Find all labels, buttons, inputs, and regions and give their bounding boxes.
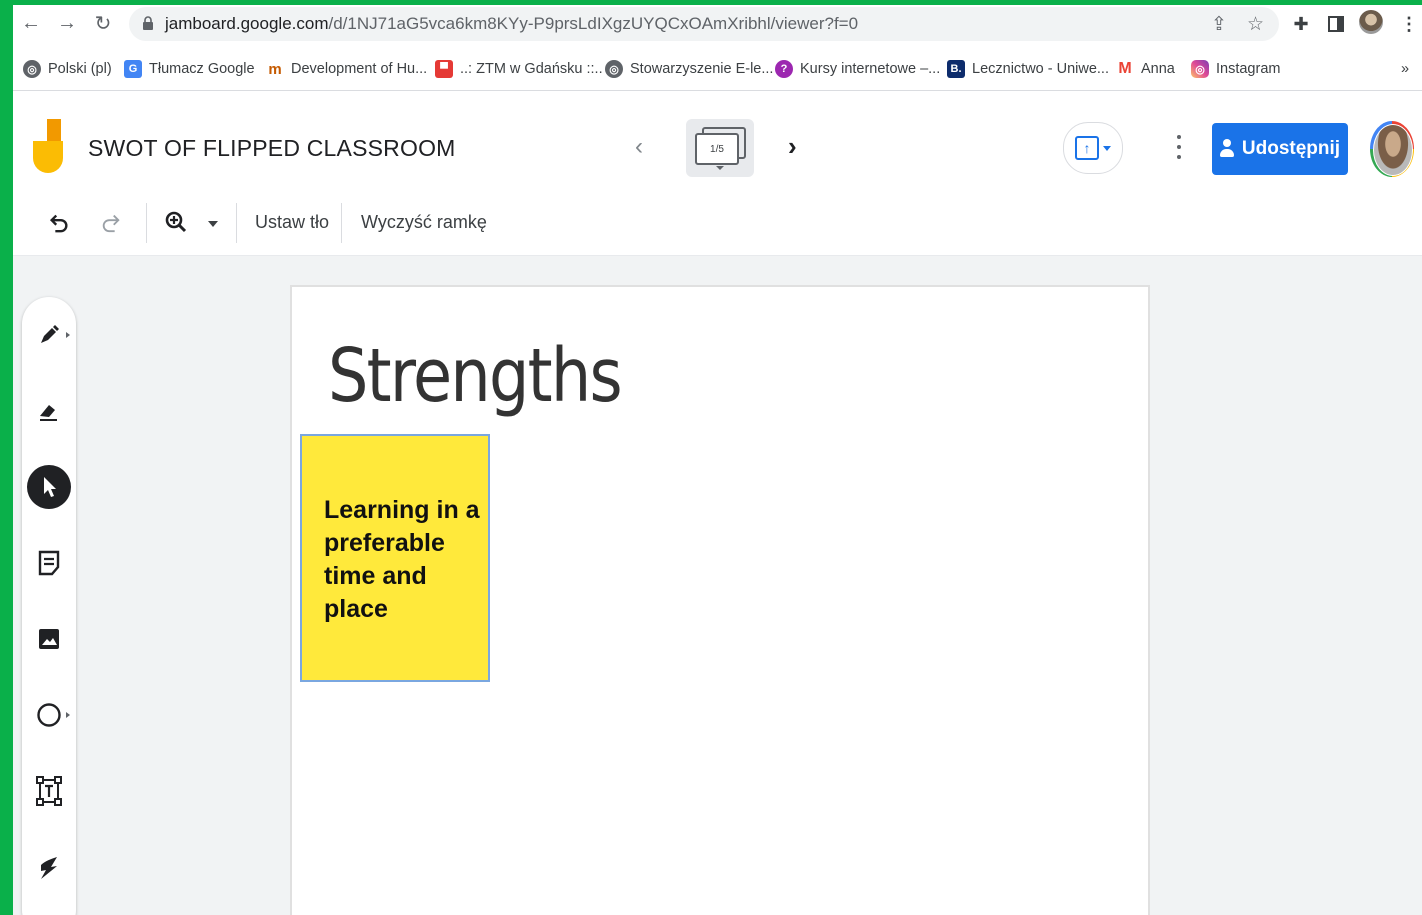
redo-icon[interactable] [96, 207, 126, 237]
chevron-down-icon[interactable] [208, 221, 218, 227]
share-page-icon[interactable]: ⇪ [1211, 13, 1227, 36]
globe-icon: ◎ [605, 60, 623, 78]
toolbar-divider [341, 203, 342, 243]
share-label: Udostępnij [1241, 138, 1341, 159]
circle-icon[interactable] [27, 693, 71, 737]
url-domain: jamboard.google.com [165, 14, 329, 33]
jamboard-logo[interactable] [33, 119, 65, 175]
board-heading[interactable]: Strengths [328, 333, 623, 419]
bookmark-tlumacz[interactable]: G Tłumacz Google [124, 58, 255, 80]
extensions-icon[interactable]: ✚ [1288, 11, 1314, 37]
bookmark-polski[interactable]: ◎ Polski (pl) [23, 58, 112, 80]
app-header: SWOT OF FLIPPED CLASSROOM ‹ 1/5 › ↑ Udos… [13, 101, 1422, 194]
bookmark-label: Development of Hu... [291, 61, 428, 77]
bookmark-development[interactable]: m Development of Hu... [266, 58, 427, 80]
document-title[interactable]: SWOT OF FLIPPED CLASSROOM [88, 135, 456, 162]
bookmark-stowarzyszenie[interactable]: ◎ Stowarzyszenie E-le... [605, 58, 773, 80]
tool-rail [22, 297, 76, 915]
bookmark-instagram[interactable]: ◎ Instagram [1191, 58, 1280, 80]
kursy-icon: ? [775, 60, 793, 78]
bookmark-label: Kursy internetowe –... [800, 61, 941, 77]
reload-icon[interactable]: ↻ [89, 9, 117, 37]
instagram-icon: ◎ [1191, 60, 1209, 78]
avatar[interactable] [1370, 119, 1414, 177]
frame-indicator: 1/5 [695, 133, 739, 165]
bookmark-label: ..: ZTM w Gdańsku ::.. [460, 61, 603, 77]
bookmark-kursy[interactable]: ? Kursy internetowe –... [775, 58, 940, 80]
profile-icon[interactable] [1359, 10, 1383, 34]
star-icon[interactable]: ☆ [1247, 13, 1264, 36]
clear-frame-button[interactable]: Wyczyść ramkę [361, 212, 487, 233]
image-icon[interactable] [27, 617, 71, 661]
globe-icon: ◎ [23, 60, 41, 78]
laser-icon[interactable] [27, 845, 71, 889]
kebab-icon[interactable]: ⋮ [1396, 11, 1422, 37]
sticky-note-text: Learning in a preferable time and place [324, 496, 480, 623]
eraser-icon[interactable] [27, 389, 71, 433]
chevron-down-icon [1103, 145, 1111, 151]
sticky-note-icon[interactable] [27, 541, 71, 585]
back-icon[interactable]: ← [17, 9, 45, 37]
forward-icon[interactable]: → [53, 9, 81, 37]
set-background-button[interactable]: Ustaw tło [255, 212, 329, 233]
gmail-icon: M [1116, 60, 1134, 78]
mh-icon: m [266, 60, 284, 78]
bookmark-label: Lecznictwo - Uniwe... [972, 61, 1109, 77]
prev-frame-icon[interactable]: ‹ [635, 133, 643, 161]
bookmark-label: Polski (pl) [48, 61, 112, 77]
address-bar-row: ← → ↻ jamboard.google.com/d/1NJ71aG5vca6… [13, 5, 1422, 45]
lock-icon[interactable] [143, 16, 153, 30]
bookmark-anna[interactable]: M Anna [1116, 58, 1175, 80]
bookmark-ztm[interactable]: ▀ ..: ZTM w Gdańsku ::.. [435, 58, 603, 80]
present-icon: ↑ [1075, 136, 1099, 160]
jam-frame[interactable]: Strengths Learning in a preferable time … [290, 285, 1150, 915]
bookmark-label: Tłumacz Google [149, 61, 255, 77]
person-link-icon [1219, 139, 1234, 159]
select-icon[interactable] [27, 465, 71, 509]
url-path: /d/1NJ71aG5vca6km8KYy-P9prsLdIXgzUYQCxOA… [328, 14, 859, 33]
present-button[interactable]: ↑ [1063, 122, 1123, 174]
toolbar: Ustaw tło Wyczyść ramkę [13, 193, 1422, 256]
chevron-down-icon [716, 166, 724, 170]
url-text[interactable]: jamboard.google.com/d/1NJ71aG5vca6km8KYy… [165, 14, 858, 34]
bookmarks-overflow-icon[interactable]: » [1401, 58, 1409, 80]
undo-icon[interactable] [44, 207, 74, 237]
canvas-area: Strengths Learning in a preferable time … [13, 256, 1422, 915]
more-options-icon[interactable] [1169, 131, 1189, 163]
toolbar-divider [146, 203, 147, 243]
bookmark-label: Instagram [1216, 61, 1281, 77]
omnibox[interactable]: jamboard.google.com/d/1NJ71aG5vca6km8KYy… [129, 7, 1279, 41]
translate-icon: G [124, 60, 142, 78]
pen-icon[interactable] [27, 313, 71, 357]
b-icon: B. [947, 60, 965, 78]
bookmarks-bar: ◎ Polski (pl) G Tłumacz Google m Develop… [13, 50, 1422, 91]
zoom-icon[interactable] [161, 207, 191, 237]
bookmark-label: Anna [1141, 61, 1175, 77]
text-box-icon[interactable] [27, 769, 71, 813]
bookmark-lecznictwo[interactable]: B. Lecznictwo - Uniwe... [947, 58, 1109, 80]
sidepanel-icon[interactable] [1323, 11, 1349, 37]
share-button[interactable]: Udostępnij [1212, 123, 1348, 175]
bookmark-label: Stowarzyszenie E-le... [630, 61, 774, 77]
next-frame-icon[interactable]: › [788, 131, 797, 162]
frame-picker[interactable]: 1/5 [686, 119, 754, 177]
sticky-note[interactable]: Learning in a preferable time and place [300, 434, 490, 682]
toolbar-divider [236, 203, 237, 243]
ztm-icon: ▀ [435, 60, 453, 78]
browser-window: ← → ↻ jamboard.google.com/d/1NJ71aG5vca6… [13, 5, 1422, 915]
